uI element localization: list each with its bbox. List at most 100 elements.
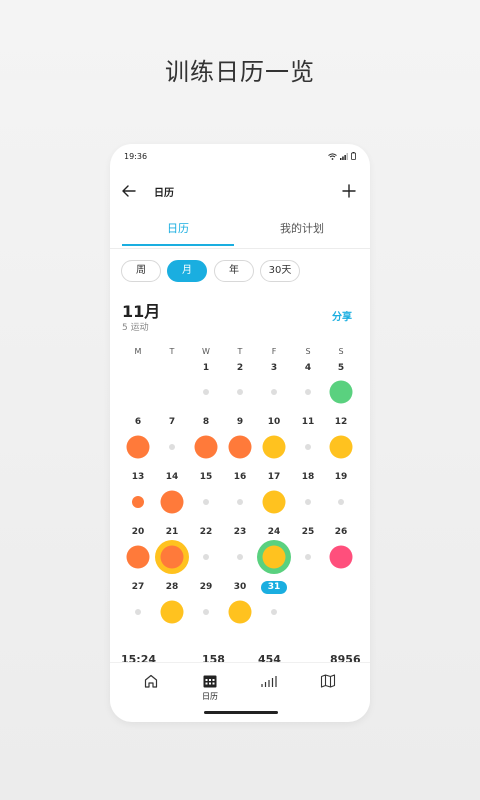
status-bar: 19:36 bbox=[124, 152, 356, 164]
status-time: 19:36 bbox=[124, 152, 148, 161]
nav-calendar[interactable]: 日历 bbox=[190, 673, 230, 702]
stat-distance: 454 bbox=[258, 653, 281, 662]
day-number[interactable]: 8 bbox=[191, 417, 221, 427]
filter-week[interactable]: 周 bbox=[121, 260, 161, 282]
day-number[interactable]: 12 bbox=[326, 417, 356, 427]
nav-home[interactable] bbox=[131, 673, 171, 691]
day-number[interactable]: 30 bbox=[225, 582, 255, 592]
empty-day-dot bbox=[338, 499, 344, 505]
day-number[interactable]: 26 bbox=[326, 527, 356, 537]
filter-30-days[interactable]: 30天 bbox=[260, 260, 300, 282]
stat-calories: 8956 bbox=[330, 653, 361, 662]
workout-dot-orange bbox=[228, 435, 252, 459]
day-number[interactable]: 28 bbox=[157, 582, 187, 592]
filter-year[interactable]: 年 bbox=[214, 260, 254, 282]
day-number[interactable]: 3 bbox=[259, 363, 289, 373]
day-number[interactable]: 18 bbox=[293, 472, 323, 482]
wifi-icon bbox=[328, 152, 337, 160]
stat-duration: 15:24 bbox=[121, 653, 157, 662]
day-number[interactable]: 23 bbox=[225, 527, 255, 537]
weekday-label: T bbox=[169, 347, 175, 356]
map-icon bbox=[320, 674, 336, 688]
day-number[interactable]: 11 bbox=[293, 417, 323, 427]
day-number[interactable]: 15 bbox=[191, 472, 221, 482]
day-number[interactable]: 6 bbox=[123, 417, 153, 427]
workout-dot-green bbox=[329, 380, 353, 404]
tab-my-plan-label: 我的计划 bbox=[280, 222, 324, 235]
empty-day-dot bbox=[271, 389, 277, 395]
day-number[interactable]: 4 bbox=[293, 363, 323, 373]
day-number[interactable]: 2 bbox=[225, 363, 255, 373]
weekday-label: W bbox=[202, 347, 210, 356]
share-button[interactable]: 分享 bbox=[332, 308, 352, 323]
workout-count: 5 运动 bbox=[122, 323, 149, 333]
empty-day-dot bbox=[305, 554, 311, 560]
workout-dot-orange bbox=[126, 545, 150, 569]
day-number[interactable]: 21 bbox=[157, 527, 187, 537]
workout-dot-orange bbox=[160, 545, 184, 569]
weekday-label: S bbox=[305, 347, 311, 356]
workout-dot-yellow bbox=[228, 600, 252, 624]
day-number[interactable]: 29 bbox=[191, 582, 221, 592]
app-bar: 日历 bbox=[110, 180, 370, 204]
period-filter: 周 月 年 30天 bbox=[121, 260, 370, 282]
back-arrow-icon[interactable] bbox=[120, 182, 138, 200]
page-headline: 训练日历一览 bbox=[165, 58, 315, 86]
nav-progress[interactable] bbox=[249, 673, 289, 691]
home-icon bbox=[144, 674, 158, 688]
day-number[interactable]: 9 bbox=[225, 417, 255, 427]
day-number[interactable]: 24 bbox=[259, 527, 289, 537]
today-day-number[interactable]: 31 bbox=[261, 581, 287, 594]
day-number[interactable]: 5 bbox=[326, 363, 356, 373]
empty-day-dot bbox=[203, 389, 209, 395]
bar-chart-icon bbox=[261, 676, 277, 687]
day-number[interactable]: 19 bbox=[326, 472, 356, 482]
tab-calendar[interactable]: 日历 bbox=[122, 216, 234, 246]
day-number[interactable]: 13 bbox=[123, 472, 153, 482]
weekday-label: S bbox=[338, 347, 344, 356]
workout-dot-orange-small bbox=[132, 496, 144, 508]
workout-dot-yellow bbox=[160, 600, 184, 624]
day-number[interactable]: 22 bbox=[191, 527, 221, 537]
empty-day-dot bbox=[237, 499, 243, 505]
filter-month[interactable]: 月 bbox=[167, 260, 207, 282]
weekday-label: M bbox=[134, 347, 142, 356]
day-number[interactable]: 27 bbox=[123, 582, 153, 592]
workout-dot-orange bbox=[126, 435, 150, 459]
day-number[interactable]: 20 bbox=[123, 527, 153, 537]
workout-dot-yellow bbox=[262, 435, 286, 459]
empty-day-dot bbox=[305, 444, 311, 450]
empty-day-dot bbox=[203, 554, 209, 560]
day-number[interactable]: 25 bbox=[293, 527, 323, 537]
workout-dot-yellow bbox=[262, 545, 286, 569]
day-number[interactable]: 7 bbox=[157, 417, 187, 427]
empty-day-dot bbox=[203, 609, 209, 615]
weekday-label: T bbox=[237, 347, 243, 356]
empty-day-dot bbox=[237, 554, 243, 560]
weekday-label: F bbox=[271, 347, 277, 356]
day-number[interactable]: 16 bbox=[225, 472, 255, 482]
empty-day-dot bbox=[305, 499, 311, 505]
signal-icon bbox=[340, 152, 348, 160]
nav-map[interactable] bbox=[308, 673, 348, 691]
day-number[interactable]: 1 bbox=[191, 363, 221, 373]
status-icons bbox=[328, 152, 356, 160]
day-number[interactable]: 17 bbox=[259, 472, 289, 482]
empty-day-dot bbox=[135, 609, 141, 615]
tab-my-plan[interactable]: 我的计划 bbox=[246, 216, 358, 246]
calendar-icon bbox=[203, 675, 217, 688]
phone-screen: 19:36 日历 日历 我的计划 周 月 年 30天 11 月 5 运动 分享 M… bbox=[110, 144, 370, 722]
workout-dot-yellow bbox=[262, 490, 286, 514]
home-indicator bbox=[204, 711, 278, 714]
workout-dot-orange bbox=[194, 435, 218, 459]
empty-day-dot bbox=[305, 389, 311, 395]
empty-day-dot bbox=[237, 389, 243, 395]
tab-calendar-label: 日历 bbox=[167, 222, 189, 235]
empty-day-dot bbox=[203, 499, 209, 505]
add-icon[interactable] bbox=[340, 182, 358, 200]
nav-calendar-label: 日历 bbox=[202, 692, 218, 701]
battery-icon bbox=[351, 152, 356, 160]
day-number[interactable]: 10 bbox=[259, 417, 289, 427]
stat-workouts: 158 bbox=[202, 653, 225, 662]
day-number[interactable]: 14 bbox=[157, 472, 187, 482]
